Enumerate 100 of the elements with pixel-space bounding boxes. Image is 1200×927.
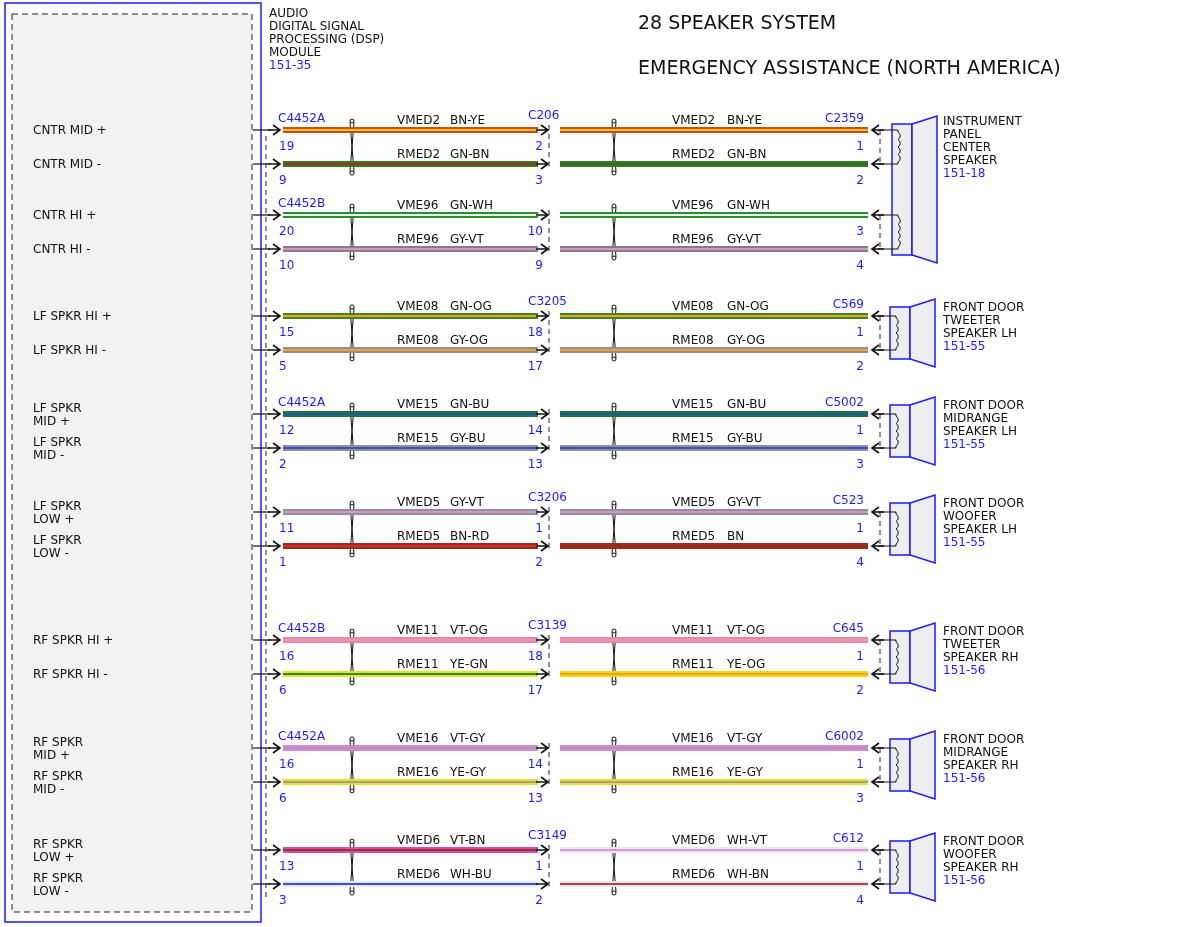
connector-label: C4452B [278,196,326,210]
circuit-label: VME08 [397,299,439,313]
pin-arrow-icon [535,158,550,170]
pin-label: RF SPKR MID - [33,768,84,796]
color-code-label: YE-OG [727,657,766,671]
pin-label: CNTR MID - [33,157,102,171]
pin-arrow-icon [267,540,282,552]
color-code-label: GY-VT [450,232,484,246]
circuit-label: VMED2 [397,113,441,127]
reference-number: 151-55 [943,437,986,451]
pin-arrow-icon [535,243,550,255]
lead-line [252,781,271,783]
color-code-label: BN-YE [727,113,763,127]
pin-number: 5 [279,359,287,373]
circuit-label: VME15 [672,397,714,411]
lead-line [252,511,271,513]
color-code-label: GN-BU [450,397,490,411]
pin-number: 4 [856,555,864,569]
lead-line [252,447,271,449]
pin-arrow-icon [535,668,550,680]
pin-arrow-icon [535,776,550,788]
pin-arrow-icon [535,442,550,454]
pin-label: LF SPKR MID - [33,434,82,462]
pin-label: RF SPKR MID + [33,734,84,762]
connector-label: C206 [528,108,560,122]
lead-line [252,129,271,131]
color-code-label: BN-YE [450,113,486,127]
color-code-label: GN-OG [727,299,769,313]
pin-label: LF SPKR HI + [33,309,112,323]
pin-arrow-icon [267,506,282,518]
pin-number: 2 [535,893,543,907]
color-code-label: YE-GY [727,765,763,779]
color-code-label: GN-WH [727,198,770,212]
connector-label: C3149 [528,828,567,842]
circuit-label: VME16 [672,731,714,745]
color-code-label: VT-OG [450,623,488,637]
pin-number: 4 [856,258,864,272]
speaker-drawing [877,831,936,903]
color-code-label: GY-VT [727,232,761,246]
lead-line [252,747,271,749]
pin-number: 3 [856,224,864,238]
pin-number: 16 [279,649,295,663]
connector-label: C2359 [825,111,864,125]
pin-number: 2 [856,173,864,187]
reference-number: 151-55 [943,339,986,353]
color-code-label: GY-VT [727,495,761,509]
connector-outline [879,413,881,449]
color-code-label: GN-BN [727,147,767,161]
pin-arrow-icon [535,742,550,754]
pin-number: 1 [856,859,864,873]
color-code-label: GN-WH [450,198,493,212]
pin-number: 13 [527,791,543,805]
circuit-label: RME16 [672,765,714,779]
pin-number: 14 [527,757,543,771]
connector-label: C3205 [528,294,567,308]
pin-arrow-icon [535,844,550,856]
pin-arrow-icon [535,506,550,518]
lead-line [252,883,271,885]
pin-number: 20 [279,224,295,238]
diagram-title: 28 SPEAKER SYSTEM [638,11,837,33]
circuit-label: VME15 [397,397,439,411]
color-code-label: WH-BN [727,867,769,881]
pin-arrow-icon [267,844,282,856]
pin-arrow-icon [535,878,550,890]
pin-label: LF SPKR LOW - [33,532,82,560]
speaker-label: FRONT DOOR MIDRANGE SPEAKER RH [943,732,1025,772]
pin-arrow-icon [267,776,282,788]
connector-outline [879,511,881,547]
connector-outline [879,849,881,885]
pin-arrow-icon [535,540,550,552]
pin-number: 1 [856,423,864,437]
pin-number: 1 [535,859,543,873]
connector-outline [879,639,881,675]
pin-number: 6 [279,683,287,697]
color-code-label: GY-OG [450,333,488,347]
pin-number: 19 [279,139,295,153]
circuit-label: VMED5 [397,495,441,509]
speaker-label: FRONT DOOR MIDRANGE SPEAKER LH [943,398,1025,438]
reference-number: 151-56 [943,663,986,677]
pin-number: 11 [279,521,295,535]
lead-line [252,349,271,351]
connector-label: C645 [832,621,864,635]
circuit-label: VME16 [397,731,439,745]
pin-arrow-icon [267,634,282,646]
circuit-label: RME11 [397,657,439,671]
pin-arrow-icon [267,344,282,356]
pin-arrow-icon [267,124,282,136]
connector-label: C5002 [825,395,864,409]
circuit-label: RME15 [397,431,439,445]
pin-arrow-icon [267,158,282,170]
circuit-label: VME96 [397,198,439,212]
speaker-label: FRONT DOOR TWEETER SPEAKER LH [943,300,1025,340]
connector-label: C6002 [825,729,864,743]
pin-arrow-icon [535,344,550,356]
speaker-drawing [877,493,936,565]
circuit-label: VME11 [672,623,714,637]
pin-label: CNTR HI - [33,242,91,256]
lead-line [252,673,271,675]
pin-label: CNTR MID + [33,123,107,137]
lead-line [252,849,271,851]
